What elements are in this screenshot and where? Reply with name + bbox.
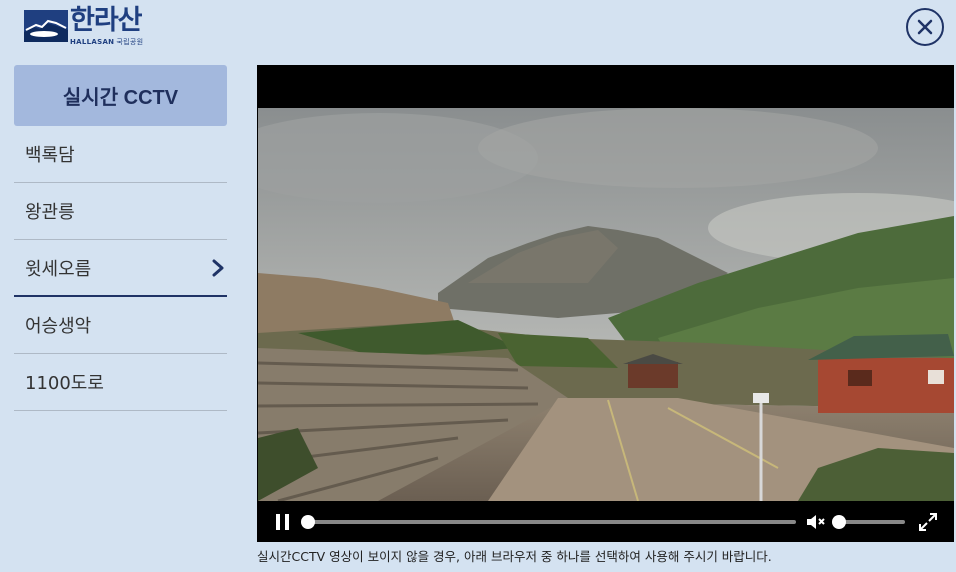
close-button[interactable] <box>906 8 944 46</box>
video-controls <box>257 501 954 542</box>
seek-bar-handle[interactable] <box>301 515 315 529</box>
volume-muted-icon[interactable] <box>806 513 826 531</box>
seek-bar[interactable] <box>301 515 796 529</box>
volume-slider[interactable] <box>832 515 905 529</box>
cctv-sidebar: 실시간 CCTV 백록담 왕관릉 윗세오름 어승생악 1100도로 <box>14 65 227 411</box>
sidebar-item-label: 왕관릉 <box>25 202 75 223</box>
cctv-video-player[interactable] <box>257 65 954 542</box>
sidebar-item-eoseungsaengak[interactable]: 어승생악 <box>14 297 227 354</box>
sidebar-title: 실시간 CCTV <box>14 65 227 126</box>
mountain-logo-icon <box>24 10 68 42</box>
sidebar-item-label: 어승생악 <box>25 316 92 337</box>
logo-wordmark: 한라산 <box>70 5 143 36</box>
sidebar-item-label: 백록담 <box>25 145 75 166</box>
sidebar-item-witseoreum[interactable]: 윗세오름 <box>14 240 227 297</box>
hallasan-logo[interactable]: 한라산 HALLASAN 국립공원 <box>24 5 149 46</box>
logo-subtitle: HALLASAN 국립공원 <box>70 38 144 46</box>
sidebar-item-label: 윗세오름 <box>25 258 92 280</box>
fullscreen-icon[interactable] <box>919 513 937 531</box>
close-icon <box>917 19 933 35</box>
cctv-video-frame <box>258 108 954 501</box>
browser-notice: 실시간CCTV 영상이 보이지 않을 경우, 아래 브라우저 중 하나를 선택하… <box>257 549 772 564</box>
sidebar-item-1100-road[interactable]: 1100도로 <box>14 354 227 411</box>
pause-icon[interactable] <box>275 513 291 531</box>
sidebar-item-label: 1100도로 <box>25 373 104 394</box>
sidebar-item-baengnokdam[interactable]: 백록담 <box>14 126 227 183</box>
chevron-right-icon <box>212 259 224 276</box>
volume-slider-handle[interactable] <box>832 515 846 529</box>
sidebar-item-wanggwalleung[interactable]: 왕관릉 <box>14 183 227 240</box>
